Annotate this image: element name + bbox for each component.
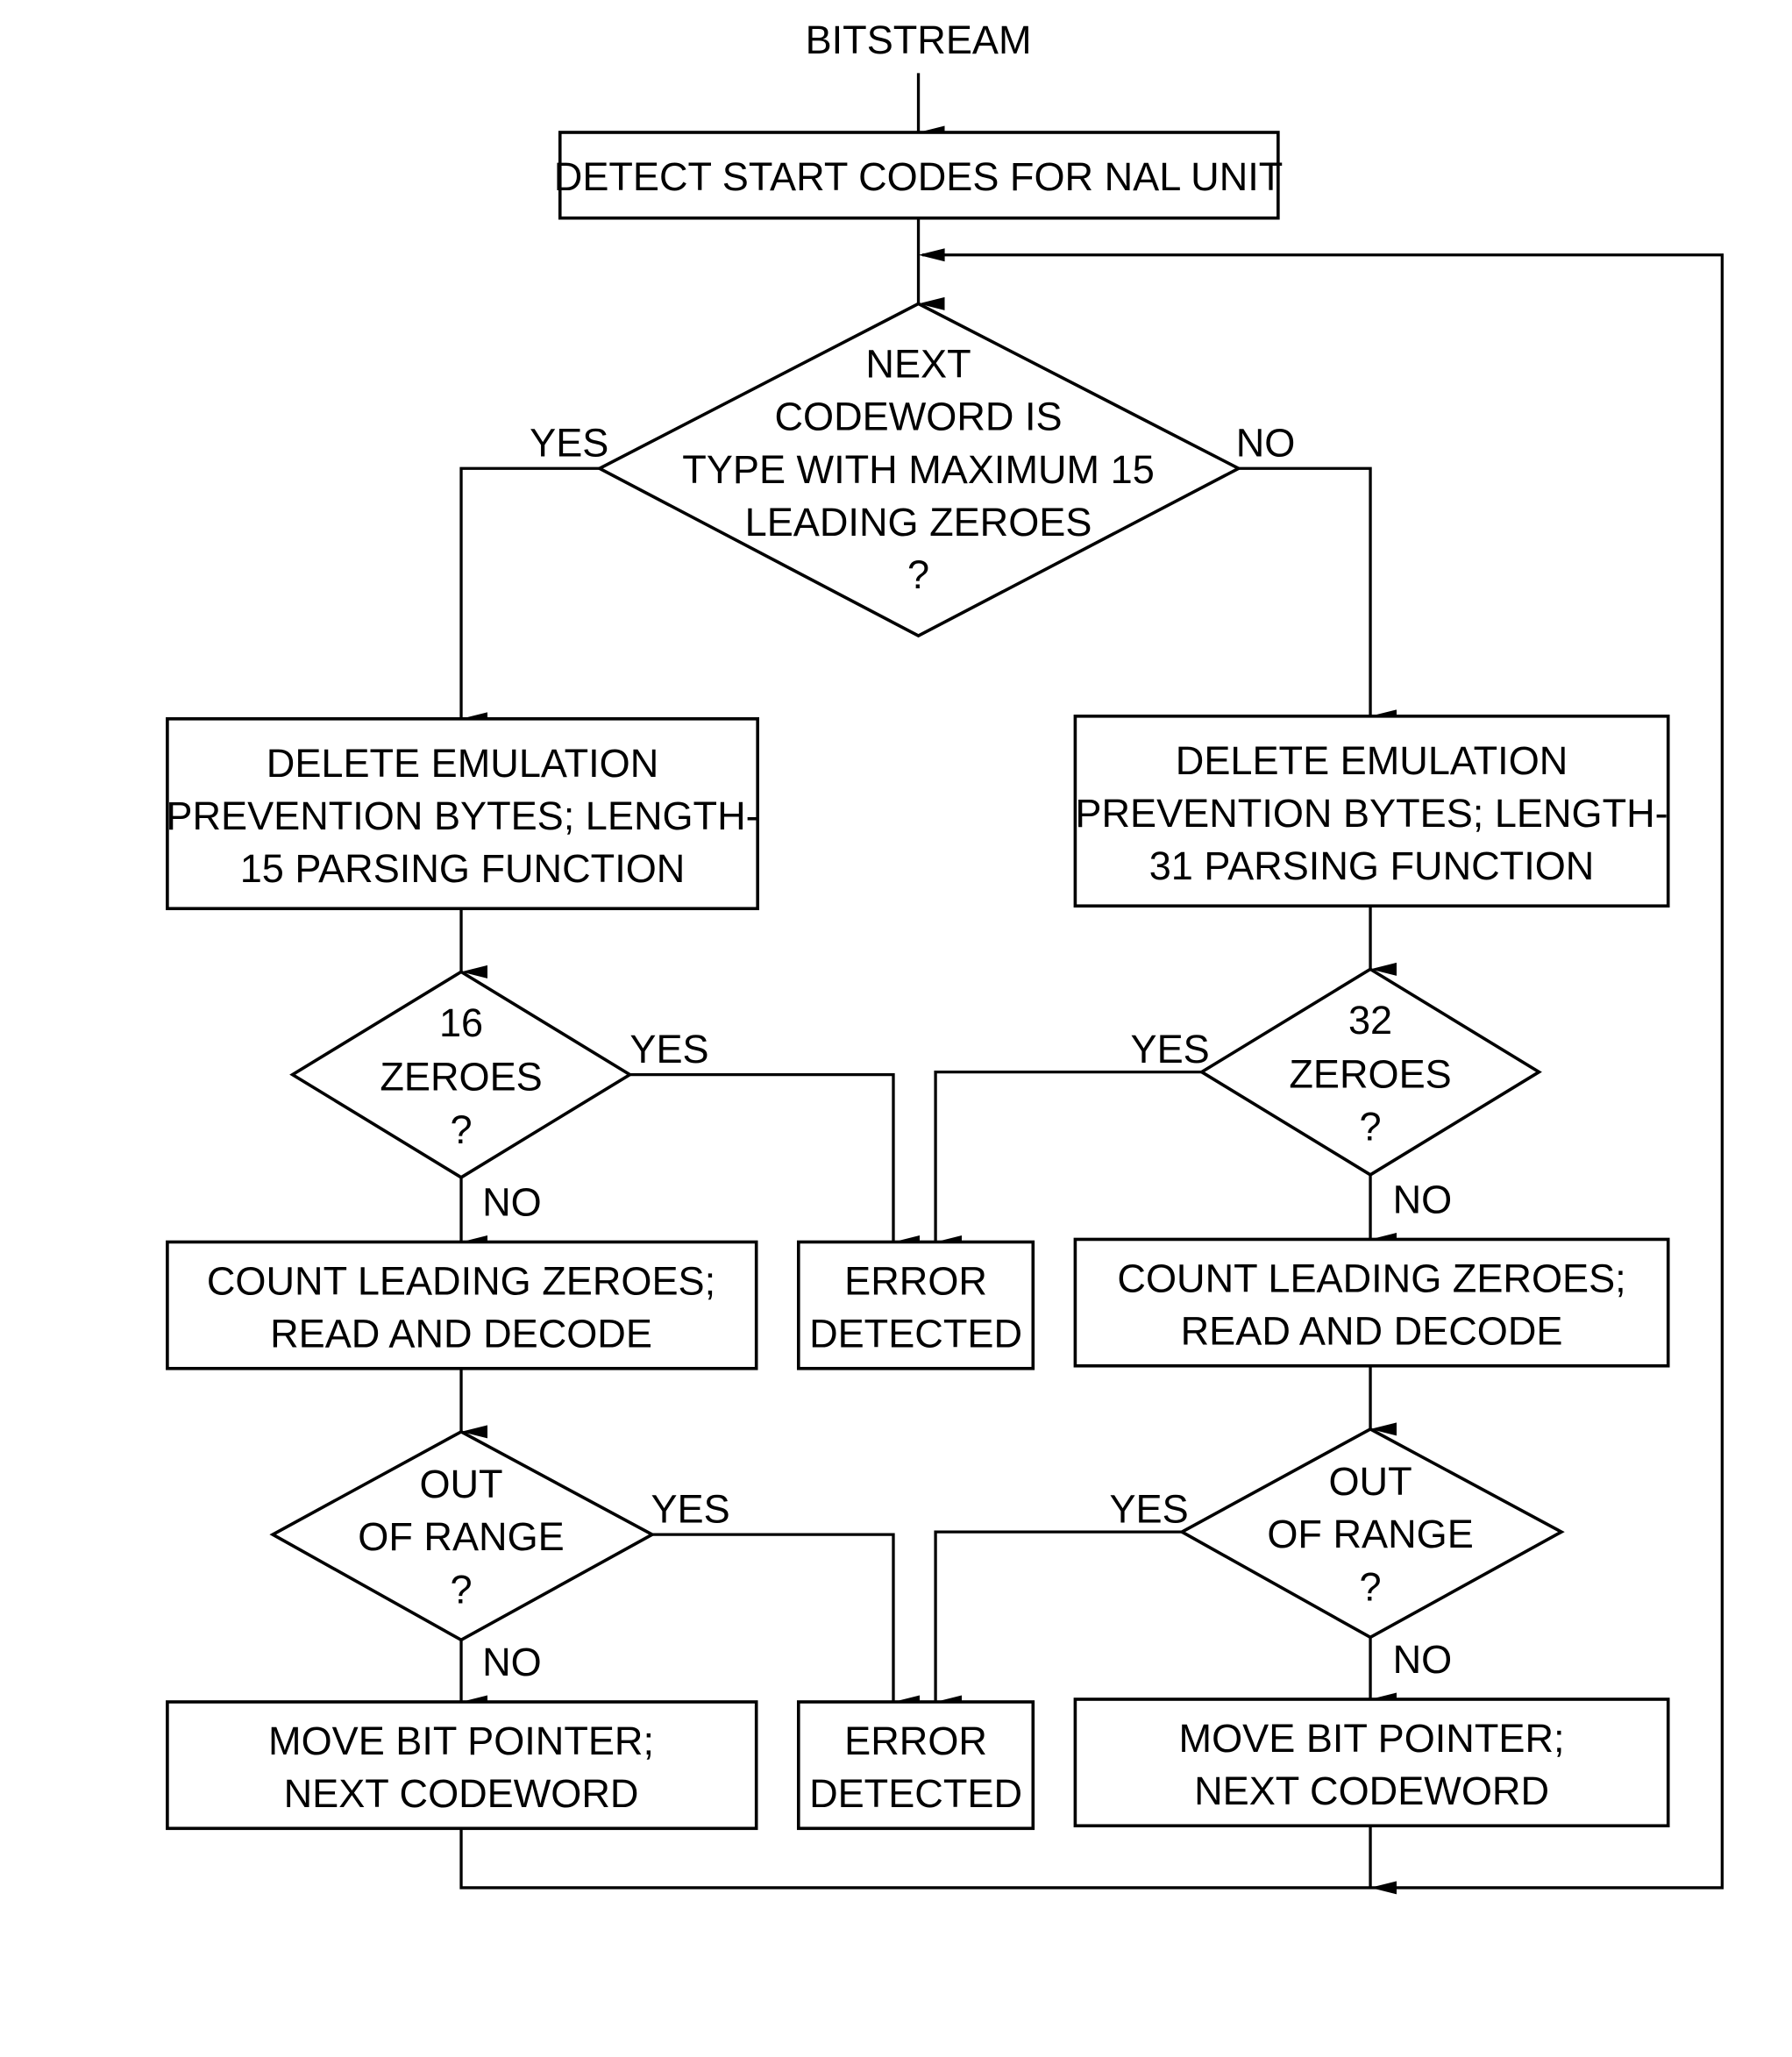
range-right-line-2: ? — [1360, 1564, 1382, 1609]
range-left-no-label: NO — [482, 1640, 542, 1684]
flowchart: BITSTREAM DETECT START CODES FOR NAL UNI… — [166, 18, 1724, 1895]
z32-line-1: ZEROES — [1289, 1052, 1451, 1097]
count-left-line-0: COUNT LEADING ZEROES; — [207, 1259, 715, 1304]
count-right-line-1: READ AND DECODE — [1181, 1309, 1563, 1354]
error1-line-1: DETECTED — [809, 1312, 1022, 1356]
arrow-range-right-yes — [934, 1530, 1183, 1709]
delete31-line-1: PREVENTION BYTES; LENGTH- — [1075, 791, 1668, 836]
range-left-line-0: OUT — [419, 1462, 502, 1506]
arrow-main-no — [1238, 466, 1397, 723]
delete-length31-box: DELETE EMULATION PREVENTION BYTES; LENGT… — [1073, 714, 1670, 908]
range-left-yes-label: YES — [651, 1487, 729, 1532]
error-detected-box-1: ERROR DETECTED — [796, 1240, 1035, 1370]
z16-line-2: ? — [450, 1107, 472, 1152]
main-yes-label: YES — [530, 421, 608, 466]
start-label: BITSTREAM — [806, 18, 1032, 62]
return-loop-arrowhead — [918, 248, 945, 262]
z32-yes-label: YES — [1131, 1027, 1210, 1071]
detect-line-0: DETECT START CODES FOR NAL UNIT — [554, 154, 1284, 199]
arrow-z32-yes — [934, 1070, 1202, 1249]
z32-line-2: ? — [1360, 1105, 1382, 1150]
zeroes16-diamond: 16 ZEROES ? — [289, 970, 633, 1179]
count-leading-zeroes-right-box: COUNT LEADING ZEROES; READ AND DECODE — [1073, 1237, 1670, 1368]
main-decision-line-1: CODEWORD IS — [775, 395, 1063, 439]
arrow-main-yes — [459, 466, 600, 726]
range-right-line-1: OF RANGE — [1267, 1512, 1473, 1556]
out-of-range-left-diamond: OUT OF RANGE ? — [269, 1429, 656, 1642]
move-left-line-0: MOVE BIT POINTER; — [268, 1719, 654, 1763]
move-left-line-1: NEXT CODEWORD — [284, 1771, 639, 1816]
arrow-z16-yes — [629, 1072, 921, 1249]
arrow-range-left-yes — [651, 1533, 921, 1709]
range-left-line-1: OF RANGE — [358, 1514, 564, 1559]
range-right-line-0: OUT — [1328, 1459, 1412, 1504]
move-bit-pointer-left-box: MOVE BIT POINTER; NEXT CODEWORD — [166, 1700, 758, 1831]
error1-line-0: ERROR — [844, 1259, 987, 1304]
zeroes32-diamond: 32 ZEROES ? — [1198, 967, 1542, 1177]
count-right-line-0: COUNT LEADING ZEROES; — [1117, 1256, 1625, 1301]
z32-no-label: NO — [1393, 1177, 1453, 1221]
z32-line-0: 32 — [1348, 998, 1392, 1043]
count-leading-zeroes-left-box: COUNT LEADING ZEROES; READ AND DECODE — [166, 1240, 758, 1370]
error2-line-1: DETECTED — [809, 1771, 1022, 1816]
delete15-line-1: PREVENTION BYTES; LENGTH- — [166, 794, 758, 838]
z16-line-0: 16 — [439, 1000, 483, 1045]
main-decision-line-2: TYPE WITH MAXIMUM 15 — [682, 447, 1154, 492]
delete15-line-0: DELETE EMULATION — [267, 741, 659, 786]
delete-length15-box: DELETE EMULATION PREVENTION BYTES; LENGT… — [166, 717, 759, 911]
main-decision-diamond: NEXT CODEWORD IS TYPE WITH MAXIMUM 15 LE… — [595, 302, 1242, 638]
main-decision-line-4: ? — [907, 552, 929, 597]
range-right-yes-label: YES — [1109, 1487, 1188, 1532]
delete15-line-2: 15 PARSING FUNCTION — [240, 846, 686, 891]
range-right-no-label: NO — [1393, 1637, 1453, 1682]
error2-line-0: ERROR — [844, 1719, 987, 1763]
main-decision-line-0: NEXT — [865, 342, 971, 387]
out-of-range-right-diamond: OUT OF RANGE ? — [1178, 1427, 1565, 1640]
main-decision-line-3: LEADING ZEROES — [745, 500, 1092, 544]
count-left-line-1: READ AND DECODE — [270, 1312, 652, 1356]
move-bit-pointer-right-box: MOVE BIT POINTER; NEXT CODEWORD — [1073, 1698, 1670, 1828]
z16-no-label: NO — [482, 1179, 542, 1224]
z16-line-1: ZEROES — [380, 1055, 542, 1100]
z16-yes-label: YES — [629, 1027, 708, 1071]
range-left-line-2: ? — [450, 1567, 472, 1612]
delete31-line-2: 31 PARSING FUNCTION — [1149, 843, 1595, 888]
delete31-line-0: DELETE EMULATION — [1176, 738, 1568, 783]
detect-start-codes-box: DETECT START CODES FOR NAL UNIT — [554, 131, 1284, 220]
move-right-line-1: NEXT CODEWORD — [1194, 1769, 1549, 1813]
main-no-label: NO — [1236, 421, 1296, 466]
error-detected-box-2: ERROR DETECTED — [796, 1700, 1035, 1831]
move-right-line-0: MOVE BIT POINTER; — [1179, 1716, 1565, 1761]
